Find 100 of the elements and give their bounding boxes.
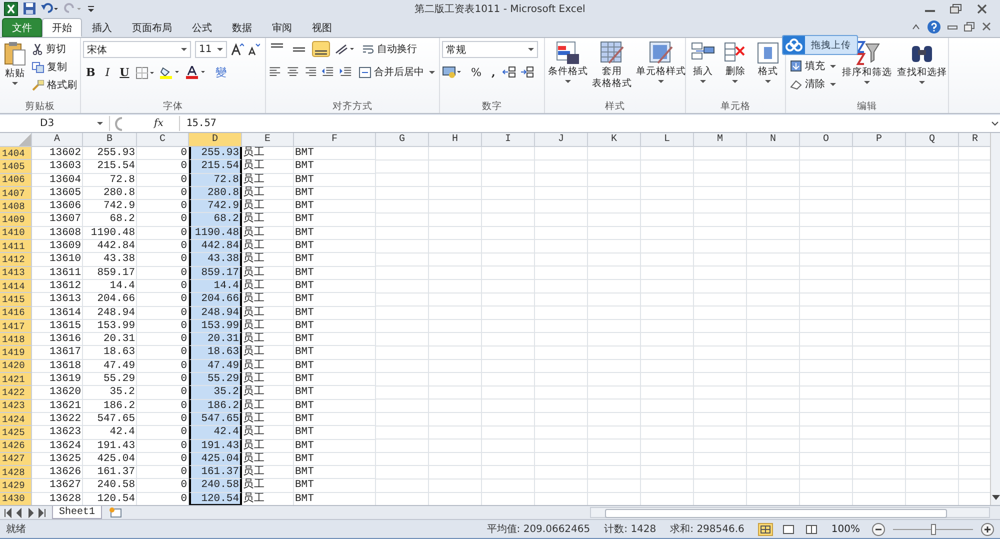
decrease-decimal-icon[interactable]	[520, 65, 534, 79]
increase-decimal-icon[interactable]	[502, 65, 516, 79]
scroll-down-icon[interactable]	[992, 495, 1000, 501]
font-name-dropdown[interactable]: 宋体	[83, 41, 191, 58]
column-header[interactable]: J	[535, 133, 588, 147]
format-cells-button[interactable]: 格式	[754, 41, 781, 100]
ribbon-tab[interactable]: 数据	[222, 18, 262, 37]
horizontal-scrollbar[interactable]	[590, 507, 990, 518]
row-header[interactable]: 1426	[0, 440, 32, 453]
row-header[interactable]: 1418	[0, 333, 32, 346]
column-header[interactable]: G	[376, 133, 429, 147]
row-header[interactable]: 1430	[0, 492, 32, 505]
italic-button[interactable]: I	[102, 66, 113, 79]
restore-icon[interactable]	[950, 4, 962, 14]
collapse-ribbon-icon[interactable]	[911, 22, 921, 32]
row-header[interactable]: 1422	[0, 386, 32, 400]
row-header[interactable]: 1407	[0, 186, 32, 200]
file-tab[interactable]: 文件	[2, 18, 42, 37]
column-header[interactable]: B	[83, 133, 137, 147]
page-layout-icon[interactable]	[781, 522, 796, 536]
ribbon-tab[interactable]: 视图	[302, 18, 342, 37]
ribbon-tab[interactable]: 审阅	[262, 18, 302, 37]
bold-button[interactable]: B	[83, 66, 98, 79]
currency-icon[interactable]	[442, 65, 464, 79]
sheet-tab[interactable]: Sheet1	[52, 506, 102, 519]
row-header[interactable]: 1414	[0, 280, 32, 294]
new-sheet-icon[interactable]	[108, 506, 124, 518]
copy-button[interactable]: 复制	[30, 59, 79, 75]
row-header[interactable]: 1412	[0, 253, 32, 267]
percent-button[interactable]: %	[468, 66, 484, 78]
merge-center-button[interactable]: 合并后居中	[356, 64, 437, 80]
restore-icon[interactable]	[964, 22, 975, 32]
sheet-navigation-icon[interactable]	[4, 508, 46, 518]
column-header[interactable]: D	[189, 133, 242, 147]
row-header[interactable]: 1410	[0, 226, 32, 240]
column-header[interactable]: M	[694, 133, 747, 147]
column-header[interactable]: L	[641, 133, 694, 147]
comma-button[interactable]: ,	[488, 66, 498, 78]
grow-font-icon[interactable]	[231, 43, 244, 56]
row-header[interactable]: 1429	[0, 479, 32, 493]
column-header[interactable]: E	[242, 133, 294, 147]
underline-button[interactable]: U	[116, 66, 132, 79]
row-header[interactable]: 1420	[0, 360, 32, 374]
row-header[interactable]: 1424	[0, 412, 32, 426]
decrease-indent-icon[interactable]	[321, 65, 336, 79]
wrap-text-button[interactable]: 自动换行	[360, 41, 419, 57]
borders-icon[interactable]	[136, 66, 156, 78]
close-icon[interactable]	[976, 4, 988, 14]
insert-function-button[interactable]: fx	[136, 118, 176, 129]
paste-button[interactable]: 粘贴	[2, 41, 28, 100]
column-header[interactable]: Q	[906, 133, 959, 147]
column-header[interactable]: A	[32, 133, 83, 147]
customize-toolbar-icon[interactable]	[87, 4, 95, 14]
column-header[interactable]: H	[429, 133, 482, 147]
align-right-icon[interactable]	[304, 65, 318, 79]
formula-input[interactable]: 15.57	[179, 116, 986, 131]
column-header[interactable]: R	[959, 133, 992, 147]
row-header[interactable]: 1411	[0, 240, 32, 254]
row-header[interactable]: 1421	[0, 373, 32, 386]
row-header[interactable]: 1404	[0, 147, 32, 160]
format-painter-button[interactable]: 格式刷	[30, 77, 79, 93]
row-header[interactable]: 1425	[0, 426, 32, 440]
row-header[interactable]: 1409	[0, 213, 32, 227]
bottom-align-icon[interactable]	[312, 41, 330, 57]
row-header[interactable]: 1419	[0, 346, 32, 360]
column-header[interactable]: P	[853, 133, 906, 147]
shrink-font-icon[interactable]	[248, 43, 260, 56]
ribbon-tab[interactable]: 插入	[82, 18, 122, 37]
normal-view-icon[interactable]	[758, 522, 774, 536]
increase-indent-icon[interactable]	[339, 65, 353, 79]
font-size-dropdown[interactable]: 11	[195, 41, 227, 58]
cell-styles-button[interactable]: 单元格样式	[635, 41, 687, 100]
row-header[interactable]: 1416	[0, 306, 32, 320]
name-box[interactable]: D3	[0, 116, 110, 131]
row-header[interactable]: 1406	[0, 174, 32, 187]
help-icon[interactable]	[927, 20, 941, 34]
clear-button[interactable]: 清除	[788, 76, 838, 92]
column-header[interactable]: O	[800, 133, 853, 147]
row-header[interactable]: 1408	[0, 200, 32, 214]
save-icon[interactable]	[23, 2, 36, 15]
zoom-level[interactable]: 100%	[827, 524, 864, 534]
zoom-in-icon[interactable]	[981, 522, 994, 536]
undo-icon[interactable]	[41, 2, 59, 15]
upload-button[interactable]: 拖拽上传	[782, 35, 858, 55]
close-icon[interactable]	[981, 22, 992, 32]
column-header[interactable]: F	[294, 133, 376, 147]
cut-button[interactable]: 剪切	[30, 41, 79, 57]
phonetic-button[interactable]: 變	[212, 65, 230, 80]
row-header[interactable]: 1413	[0, 266, 32, 280]
row-header[interactable]: 1405	[0, 160, 32, 174]
ribbon-tab[interactable]: 公式	[182, 18, 222, 37]
column-header[interactable]: K	[588, 133, 641, 147]
delete-cells-button[interactable]: 删除	[722, 41, 748, 100]
format-as-table-button[interactable]: 套用 表格格式	[591, 41, 633, 100]
insert-cells-button[interactable]: 插入	[690, 41, 716, 100]
zoom-out-icon[interactable]	[872, 522, 885, 536]
fill-button[interactable]: 填充	[788, 58, 838, 74]
align-center-icon[interactable]	[286, 65, 300, 79]
row-header[interactable]: 1423	[0, 400, 32, 413]
ribbon-tab[interactable]: 开始	[42, 18, 82, 37]
